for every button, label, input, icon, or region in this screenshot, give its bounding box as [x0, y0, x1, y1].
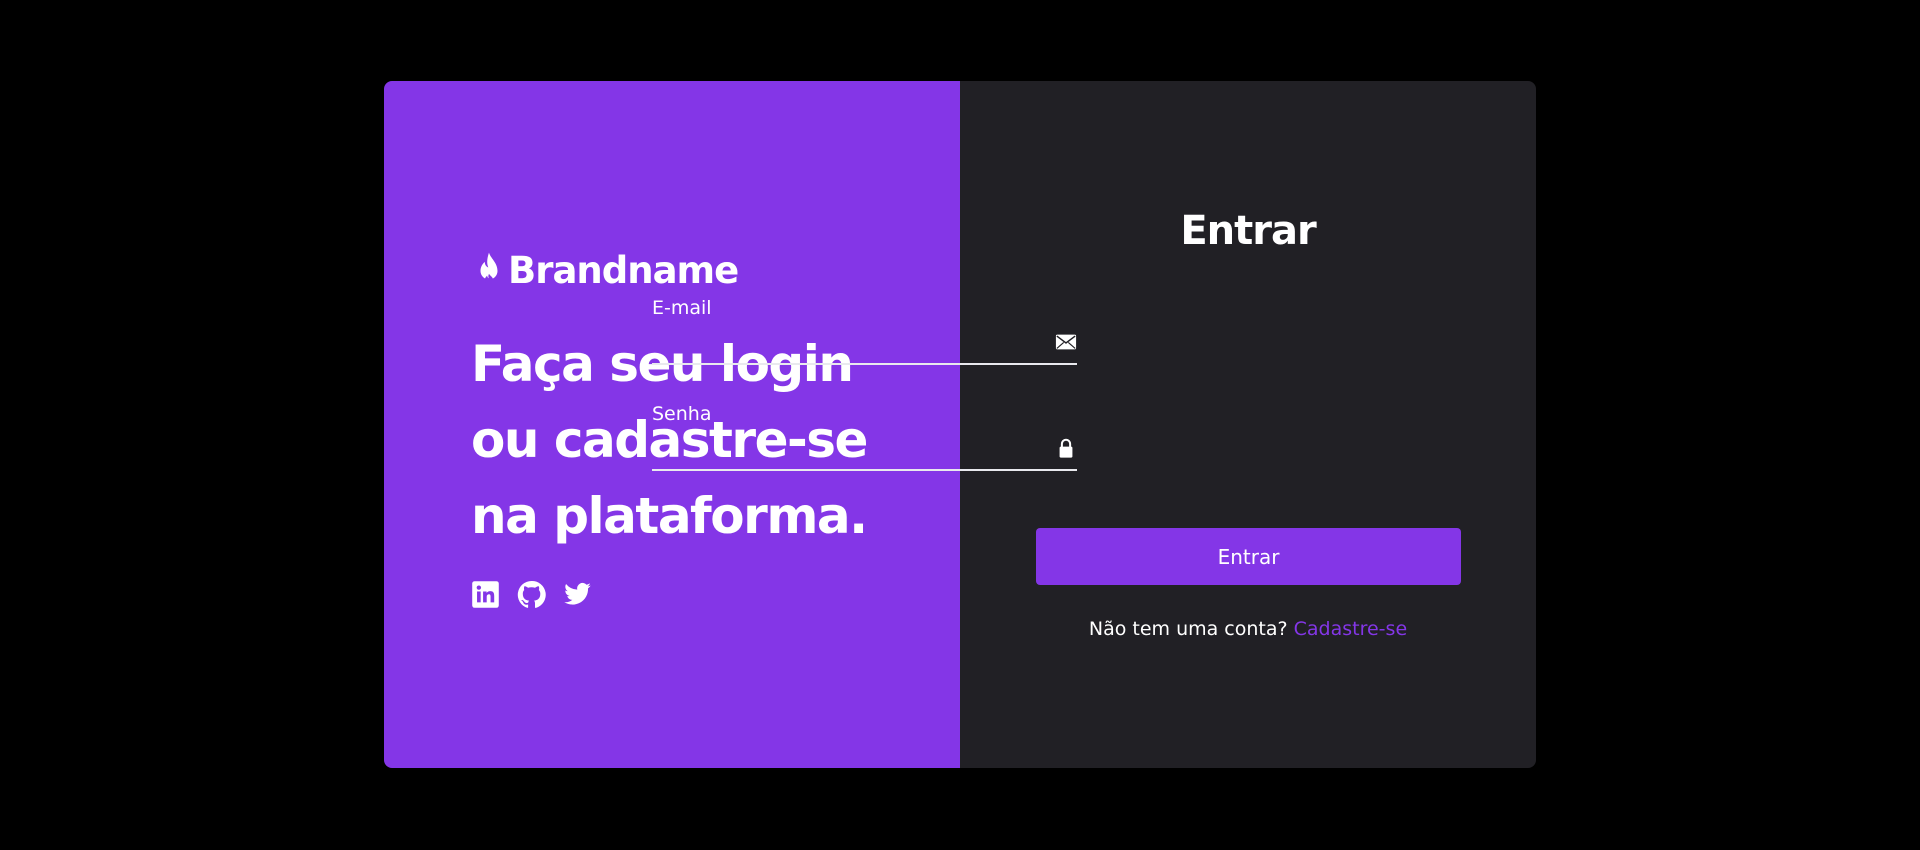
github-icon[interactable]: [517, 580, 546, 609]
login-button[interactable]: Entrar: [1036, 528, 1461, 585]
flame-icon: [480, 252, 498, 284]
twitter-icon[interactable]: [563, 580, 592, 609]
form-actions: Entrar Não tem uma conta? Cadastre-se: [960, 81, 1536, 768]
signup-prompt-text: Não tem uma conta?: [1088, 618, 1288, 640]
social-links: [471, 580, 592, 609]
signup-prompt: Não tem uma conta? Cadastre-se: [960, 618, 1536, 640]
signup-link[interactable]: Cadastre-se: [1294, 618, 1408, 640]
brand-name: Brandname: [508, 249, 739, 292]
linkedin-icon[interactable]: [471, 580, 500, 609]
brand-logo: Brandname: [472, 249, 739, 292]
hero-line: na plataforma.: [471, 487, 868, 545]
